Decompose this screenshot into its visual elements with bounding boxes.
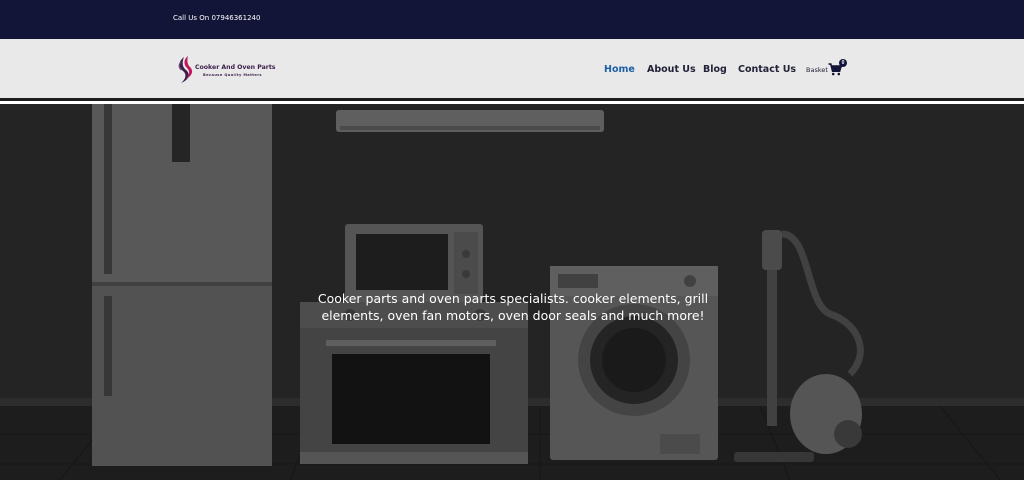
- hero-tagline: Cooker parts and oven parts specialists.…: [317, 291, 709, 323]
- site-header: Cooker And Oven Parts Because Quality Ma…: [0, 39, 1024, 101]
- basket-count-badge: 0: [839, 59, 847, 67]
- nav-blog[interactable]: Blog: [703, 64, 727, 75]
- basket-label: Basket: [806, 66, 828, 74]
- flame-logo-icon: [178, 56, 193, 83]
- phone-number-text[interactable]: Call Us On 07946361240: [173, 14, 260, 22]
- nav-contact-us[interactable]: Contact Us: [738, 64, 796, 75]
- basket-button[interactable]: Basket 0: [806, 59, 850, 81]
- logo-tagline: Because Quality Matters: [203, 73, 262, 77]
- top-contact-bar: Call Us On 07946361240: [0, 0, 1024, 39]
- hero-banner: Cooker parts and oven parts specialists.…: [0, 104, 1024, 480]
- nav-home[interactable]: Home: [604, 64, 635, 75]
- logo-name: Cooker And Oven Parts: [195, 64, 276, 71]
- nav-about-us[interactable]: About Us: [647, 64, 696, 75]
- site-logo[interactable]: Cooker And Oven Parts Because Quality Ma…: [174, 53, 284, 87]
